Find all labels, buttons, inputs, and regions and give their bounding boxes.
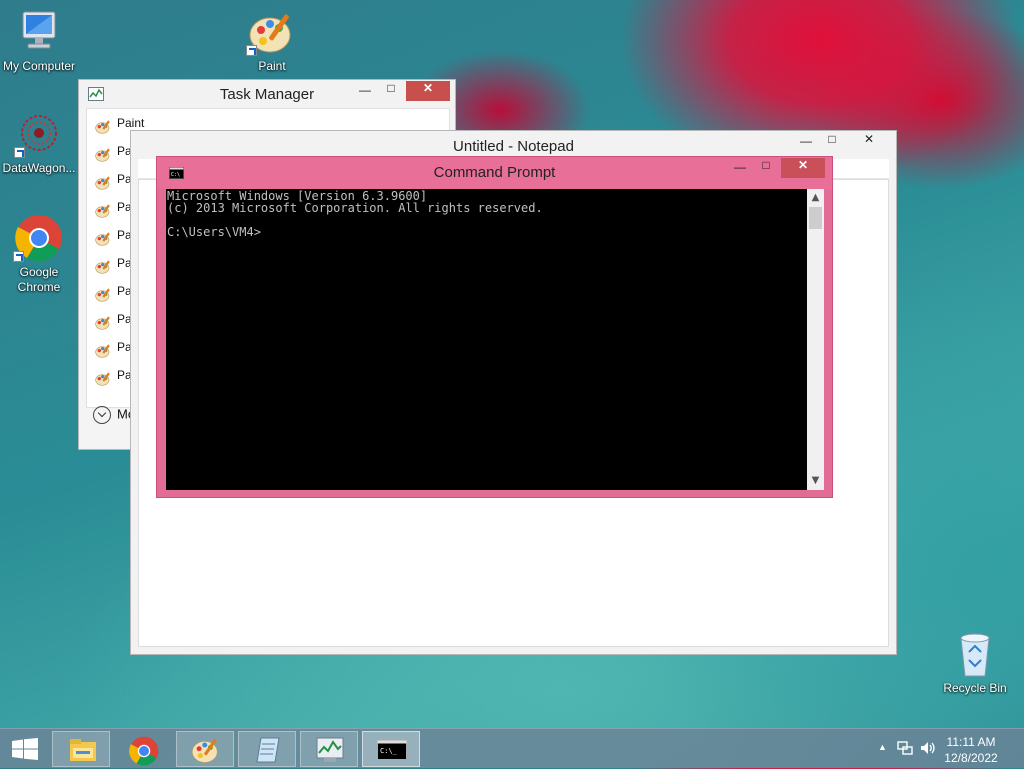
task-manager-titlebar[interactable]: Task Manager — □ ✕ <box>79 80 455 108</box>
shortcut-arrow-icon <box>13 251 24 262</box>
volume-icon[interactable] <box>920 740 936 759</box>
desktop-icon-google-chrome[interactable]: Google Chrome <box>0 214 79 295</box>
close-button[interactable]: ✕ <box>406 81 450 101</box>
paint-icon <box>191 735 221 768</box>
desktop-icon-label: DataWagon... <box>2 161 76 175</box>
console-prompt-line: C:\Users\VM4> <box>167 225 261 239</box>
chrome-icon <box>13 214 63 262</box>
shortcut-arrow-icon <box>14 147 25 158</box>
taskbar-file-explorer[interactable] <box>52 731 110 767</box>
chrome-icon <box>129 736 159 769</box>
desktop-icon-paint[interactable]: Paint <box>232 8 312 74</box>
scrollbar-thumb[interactable] <box>809 207 822 229</box>
scroll-up-arrow-icon[interactable]: ▲ <box>810 192 821 203</box>
console-icon: C:\_ <box>377 740 407 763</box>
desktop-icon-label: Recycle Bin <box>943 681 1007 695</box>
paint-icon <box>95 228 111 246</box>
desktop-icon-label: My Computer <box>2 59 76 73</box>
command-prompt-titlebar[interactable]: C:\ Command Prompt — □ ✕ <box>157 157 832 189</box>
shortcut-arrow-icon <box>246 45 257 56</box>
show-hidden-icons-chevron-icon[interactable]: ▲ <box>878 742 887 752</box>
notepad-icon <box>255 736 281 767</box>
taskbar-notepad[interactable] <box>238 731 296 767</box>
paint-icon <box>95 256 111 274</box>
paint-icon <box>95 284 111 302</box>
paint-icon <box>95 340 111 358</box>
start-button[interactable] <box>0 729 48 769</box>
network-icon[interactable] <box>897 740 913 759</box>
chevron-down-icon <box>93 406 111 424</box>
windows-logo-icon <box>12 738 38 763</box>
close-button[interactable]: ✕ <box>847 132 891 152</box>
taskbar-paint[interactable] <box>176 731 234 767</box>
paint-icon <box>95 172 111 190</box>
clock-date: 12/8/2022 <box>944 751 998 765</box>
clock[interactable]: 11:11 AM 12/8/2022 <box>936 734 1006 766</box>
maximize-button[interactable]: □ <box>753 158 779 178</box>
desktop-icon-my-computer[interactable]: My Computer <box>0 8 79 74</box>
notepad-titlebar[interactable]: Untitled - Notepad — □ ✕ <box>131 131 896 159</box>
process-name: Paint <box>117 116 145 130</box>
maximize-button[interactable]: □ <box>378 81 404 101</box>
paint-icon <box>95 200 111 218</box>
taskbar-google-chrome[interactable] <box>114 731 172 767</box>
console-output[interactable]: Microsoft Windows [Version 6.3.9600] (c) … <box>166 189 807 490</box>
taskbar-command-prompt[interactable]: C:\_ <box>362 731 420 767</box>
scroll-down-arrow-icon[interactable]: ▼ <box>810 475 821 486</box>
paint-icon <box>95 312 111 330</box>
system-tray: ▲ 11:11 AM 12/8/2022 <box>864 729 1024 769</box>
paint-icon <box>246 8 296 56</box>
vertical-scrollbar[interactable]: ▲ ▼ <box>807 189 824 490</box>
maximize-button[interactable]: □ <box>819 132 845 152</box>
command-prompt-window[interactable]: C:\ Command Prompt — □ ✕ Microsoft Windo… <box>156 156 833 498</box>
taskbar-task-manager[interactable] <box>300 731 358 767</box>
recycle-bin-icon <box>955 630 995 678</box>
minimize-button[interactable]: — <box>352 83 378 103</box>
desktop-icon-recycle-bin[interactable]: Recycle Bin <box>935 630 1015 696</box>
minimize-button[interactable]: — <box>793 134 819 154</box>
desktop-icon-label: Paint <box>258 59 286 73</box>
console-line: (c) 2013 Microsoft Corporation. All righ… <box>167 201 543 215</box>
paint-icon <box>95 368 111 386</box>
window-title: Untitled - Notepad <box>453 138 574 155</box>
svg-text:C:\_: C:\_ <box>380 747 398 755</box>
taskbar: C:\_ ▲ 11:11 AM 12/8/2022 <box>0 728 1024 768</box>
clock-time: 11:11 AM <box>946 735 996 749</box>
folder-icon <box>70 739 96 764</box>
datawagon-icon <box>14 112 62 158</box>
desktop-icon-datawagon[interactable]: DataWagon... <box>0 112 79 176</box>
minimize-button[interactable]: — <box>727 160 753 180</box>
desktop-icon-label: Google Chrome <box>17 265 61 294</box>
paint-icon <box>95 116 111 134</box>
computer-icon <box>16 8 62 56</box>
paint-icon <box>95 144 111 162</box>
close-button[interactable]: ✕ <box>781 158 825 178</box>
task-manager-icon <box>316 737 344 766</box>
